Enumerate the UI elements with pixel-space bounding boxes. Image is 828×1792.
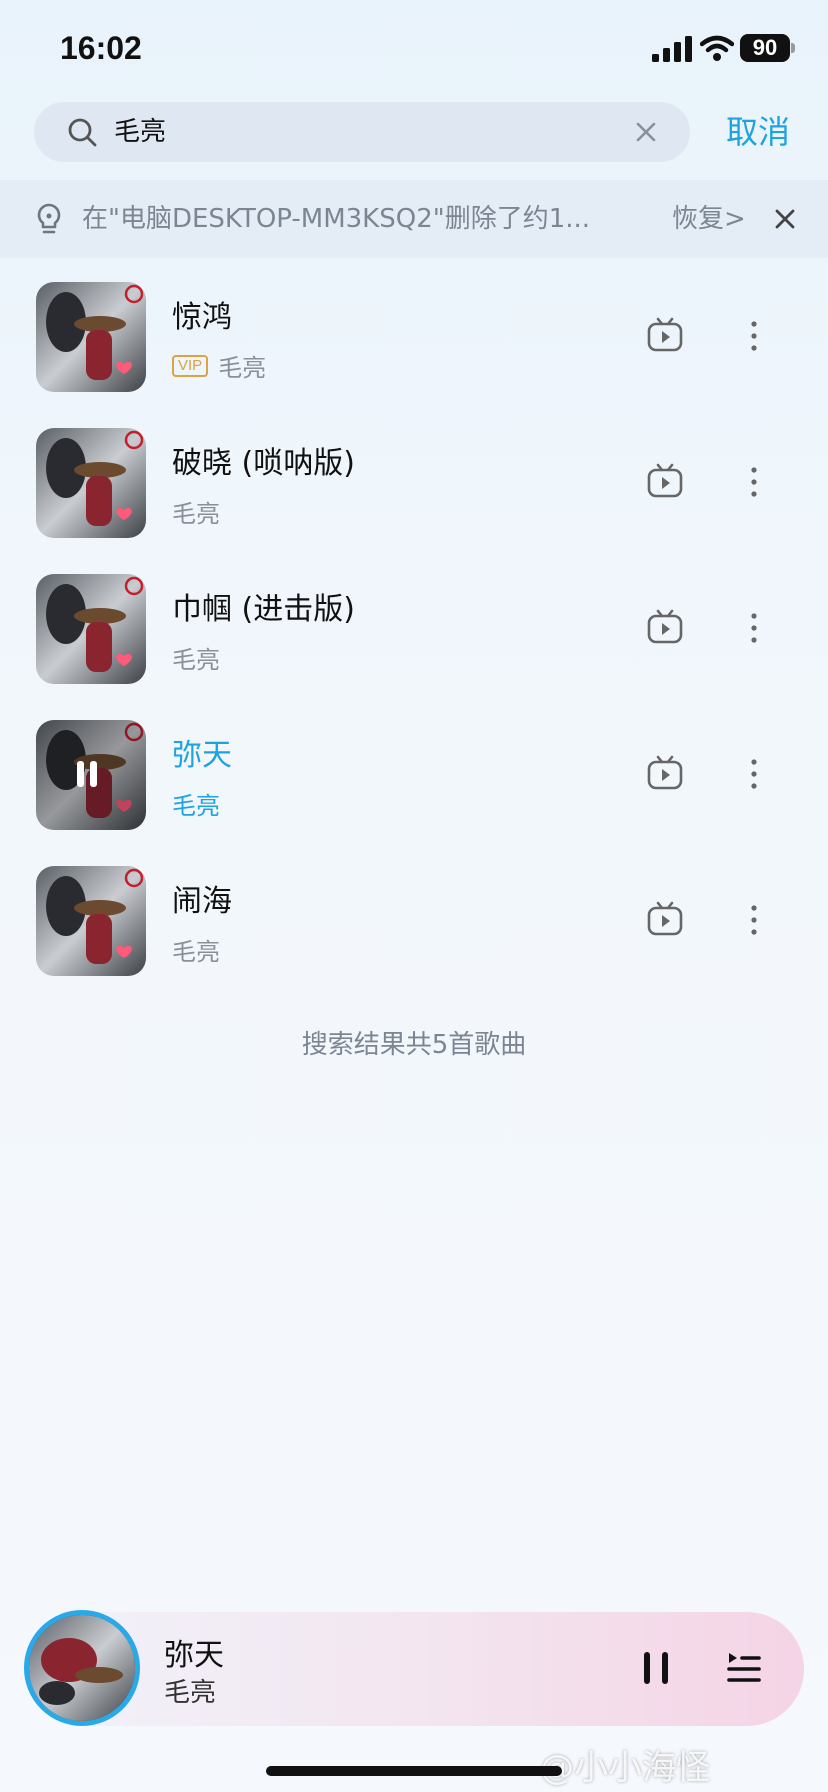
playing-bar-icon	[77, 761, 84, 787]
search-box[interactable]	[34, 102, 690, 162]
more-icon[interactable]	[744, 318, 764, 354]
player-artist: 毛亮	[164, 1678, 217, 1708]
notice-text: 在"电脑DESKTOP-MM3KSQ2"删除了约1...	[82, 204, 591, 234]
vip-badge: VIP	[172, 354, 209, 377]
song-artist: 毛亮	[218, 354, 267, 382]
more-icon[interactable]	[744, 756, 764, 792]
mv-icon[interactable]	[646, 754, 684, 792]
result-count: 搜索结果共5首歌曲	[301, 1030, 527, 1060]
mv-icon[interactable]	[646, 608, 684, 646]
song-title: 破晓 (唢呐版)	[172, 446, 355, 481]
playlist-icon[interactable]	[726, 1648, 762, 1688]
album-cover	[36, 720, 146, 830]
home-indicator[interactable]	[266, 1766, 562, 1776]
list-item[interactable]: 破晓 (唢呐版) 毛亮	[0, 408, 828, 554]
more-icon[interactable]	[744, 464, 764, 500]
song-title: 闹海	[172, 884, 232, 919]
album-cover	[36, 866, 146, 976]
clear-search-icon[interactable]	[632, 118, 660, 146]
song-title: 弥天	[172, 738, 232, 773]
mv-icon[interactable]	[646, 316, 684, 354]
song-title: 惊鸿	[172, 300, 232, 335]
list-item[interactable]: 惊鸿 VIP 毛亮	[0, 262, 828, 408]
song-artist: 毛亮	[172, 646, 220, 674]
wifi-icon	[700, 35, 734, 61]
cellular-signal-icon	[652, 36, 692, 62]
album-cover	[36, 428, 146, 538]
close-icon[interactable]	[772, 206, 798, 232]
search-input[interactable]	[114, 102, 614, 162]
mv-icon[interactable]	[646, 462, 684, 500]
mini-player[interactable]	[26, 1612, 804, 1726]
song-title: 巾帼 (进击版)	[172, 592, 355, 627]
watermark: @小小海怪	[540, 1748, 710, 1788]
song-artist: 毛亮	[172, 938, 220, 966]
more-icon[interactable]	[744, 610, 764, 646]
player-title: 弥天	[164, 1638, 224, 1673]
restore-link[interactable]: 恢复>	[672, 180, 746, 258]
song-artist: 毛亮	[172, 500, 220, 528]
battery-indicator: 90	[740, 34, 790, 62]
battery-nub	[791, 43, 795, 53]
album-cover	[36, 282, 146, 392]
search-icon	[68, 118, 97, 147]
list-item[interactable]: 闹海 毛亮	[0, 846, 828, 992]
mv-icon[interactable]	[646, 900, 684, 938]
player-cover[interactable]	[24, 1610, 140, 1726]
song-artist: 毛亮	[172, 792, 220, 820]
list-item[interactable]: 巾帼 (进击版) 毛亮	[0, 554, 828, 700]
lightbulb-icon	[37, 203, 61, 234]
song-list: 惊鸿 VIP 毛亮 破晓 (唢呐版) 毛亮 巾帼 (进击版) 毛亮 弥天 毛亮 …	[0, 262, 828, 992]
status-bar: 16:02 90	[0, 0, 828, 96]
list-item[interactable]: 弥天 毛亮	[0, 700, 828, 846]
sync-notice-bar: 在"电脑DESKTOP-MM3KSQ2"删除了约1... 恢复>	[0, 180, 828, 258]
pause-icon[interactable]	[640, 1648, 672, 1688]
cancel-button[interactable]: 取消	[726, 106, 790, 158]
status-time: 16:02	[60, 30, 142, 66]
album-cover	[36, 574, 146, 684]
more-icon[interactable]	[744, 902, 764, 938]
